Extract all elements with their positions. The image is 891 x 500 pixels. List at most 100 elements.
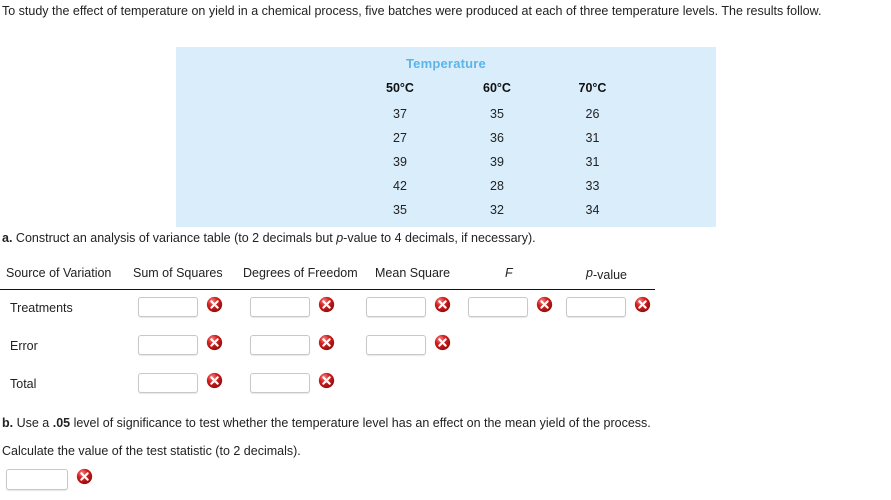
- header-p-italic: p: [586, 266, 593, 280]
- cell-50c-5: 35: [393, 203, 407, 217]
- cell-70c-1: 26: [585, 107, 600, 121]
- cell-60c-2: 36: [490, 131, 504, 145]
- treatments-mean-square-input[interactable]: [366, 297, 426, 317]
- treatments-degrees-of-freedom-input[interactable]: [250, 297, 310, 317]
- part-b-line2-text: Calculate the value of the test statisti…: [2, 444, 301, 458]
- test-statistic-answer-group: [6, 468, 93, 490]
- error-x-icon: [634, 296, 651, 313]
- row-pad: [640, 126, 716, 150]
- cell-60c-1: 35: [490, 107, 504, 121]
- error-x-icon: [206, 296, 223, 313]
- row-label-treatments: Treatments: [10, 301, 73, 315]
- part-b-label: b.: [2, 416, 14, 430]
- treatments-ms-cell: [366, 296, 451, 318]
- error-x-icon: [318, 296, 335, 313]
- header-p-rest: -value: [592, 268, 627, 282]
- row-spacer: [176, 102, 351, 126]
- part-a-label: a.: [2, 231, 13, 245]
- anova-header-row: Source of Variation Sum of Squares Degre…: [0, 264, 655, 290]
- treatments-p-value-cell: [566, 296, 651, 318]
- error-x-icon: [318, 334, 335, 351]
- total-df-cell: [250, 372, 335, 394]
- intro-text: To study the effect of temperature on yi…: [2, 4, 822, 18]
- intro-paragraph: To study the effect of temperature on yi…: [2, 1, 882, 22]
- column-header-70c: 70°C: [578, 81, 607, 95]
- row-spacer: [176, 174, 351, 198]
- cell-50c-1: 37: [393, 107, 407, 121]
- treatments-f-input[interactable]: [468, 297, 528, 317]
- treatments-df-cell: [250, 296, 335, 318]
- error-x-icon: [536, 296, 553, 313]
- anova-row-treatments: Treatments: [0, 290, 680, 328]
- error-ms-cell: [366, 334, 451, 356]
- part-a-prompt: a. Construct an analysis of variance tab…: [2, 231, 536, 245]
- part-b-alpha: .05: [52, 416, 71, 430]
- test-statistic-input[interactable]: [6, 468, 68, 490]
- row-pad: [640, 198, 716, 222]
- header-sum-of-squares: Sum of Squares: [133, 266, 223, 280]
- treatments-p-value-input[interactable]: [566, 297, 626, 317]
- total-sum-of-squares-input[interactable]: [138, 373, 198, 393]
- table-row: 39 39 31: [176, 150, 716, 174]
- row-spacer: [176, 126, 351, 150]
- anova-row-total: Total: [0, 366, 680, 404]
- treatments-ss-cell: [138, 296, 223, 318]
- temperature-data-panel: Temperature 50°C 60°C 70°C 37 35 26 27 3…: [176, 47, 716, 227]
- error-ss-cell: [138, 334, 223, 356]
- error-x-icon: [434, 334, 451, 351]
- part-a-text-tail: -value to 4 decimals, if necessary).: [343, 231, 536, 245]
- cell-50c-4: 42: [393, 179, 407, 193]
- table-row: 42 28 33: [176, 174, 716, 198]
- data-table-title: Temperature: [406, 56, 486, 71]
- row-spacer: [176, 150, 351, 174]
- error-sum-of-squares-input[interactable]: [138, 335, 198, 355]
- total-degrees-of-freedom-input[interactable]: [250, 373, 310, 393]
- part-b-prompt-line1: b. Use a .05 level of significance to te…: [2, 416, 651, 430]
- error-x-icon: [76, 468, 93, 485]
- cell-60c-5: 32: [490, 203, 504, 217]
- data-table-header-row: 50°C 60°C 70°C: [176, 78, 716, 102]
- cell-70c-2: 31: [585, 131, 600, 145]
- header-mean-square: Mean Square: [375, 266, 451, 280]
- cell-50c-3: 39: [393, 155, 407, 169]
- total-ss-cell: [138, 372, 223, 394]
- header-degrees-of-freedom: Degrees of Freedom: [243, 266, 358, 280]
- header-source-of-variation: Source of Variation: [6, 266, 112, 280]
- header-f: F: [505, 266, 513, 280]
- part-a-text: Construct an analysis of variance table …: [12, 231, 337, 245]
- cell-70c-5: 34: [585, 203, 600, 217]
- part-b-text-post: level of significance to test whether th…: [70, 416, 651, 430]
- anova-table: Source of Variation Sum of Squares Degre…: [0, 264, 680, 404]
- header-p-value: p -value: [586, 266, 627, 282]
- anova-row-error: Error: [0, 328, 680, 366]
- data-table-corner: [176, 78, 351, 102]
- cell-60c-3: 39: [490, 155, 504, 169]
- row-pad: [640, 102, 716, 126]
- row-pad: [640, 174, 716, 198]
- error-x-icon: [206, 372, 223, 389]
- data-table-pad: [640, 78, 716, 102]
- treatments-f-cell: [468, 296, 553, 318]
- table-row: 37 35 26: [176, 102, 716, 126]
- row-label-error: Error: [10, 339, 38, 353]
- row-label-total: Total: [10, 377, 37, 391]
- error-x-icon: [318, 372, 335, 389]
- part-b-prompt-line2: Calculate the value of the test statisti…: [2, 444, 301, 458]
- cell-60c-4: 28: [490, 179, 504, 193]
- error-df-cell: [250, 334, 335, 356]
- error-mean-square-input[interactable]: [366, 335, 426, 355]
- error-x-icon: [206, 334, 223, 351]
- column-header-60c: 60°C: [483, 81, 511, 95]
- row-spacer: [176, 198, 351, 222]
- table-row: 35 32 34: [176, 198, 716, 222]
- row-pad: [640, 150, 716, 174]
- treatments-sum-of-squares-input[interactable]: [138, 297, 198, 317]
- cell-50c-2: 27: [393, 131, 407, 145]
- table-row: 27 36 31: [176, 126, 716, 150]
- temperature-data-table: 50°C 60°C 70°C 37 35 26 27 36 31 39 39 3…: [176, 78, 716, 222]
- cell-70c-3: 31: [585, 155, 600, 169]
- part-b-text-pre: Use a: [13, 416, 53, 430]
- error-degrees-of-freedom-input[interactable]: [250, 335, 310, 355]
- column-header-50c: 50°C: [386, 81, 414, 95]
- cell-70c-4: 33: [585, 179, 600, 193]
